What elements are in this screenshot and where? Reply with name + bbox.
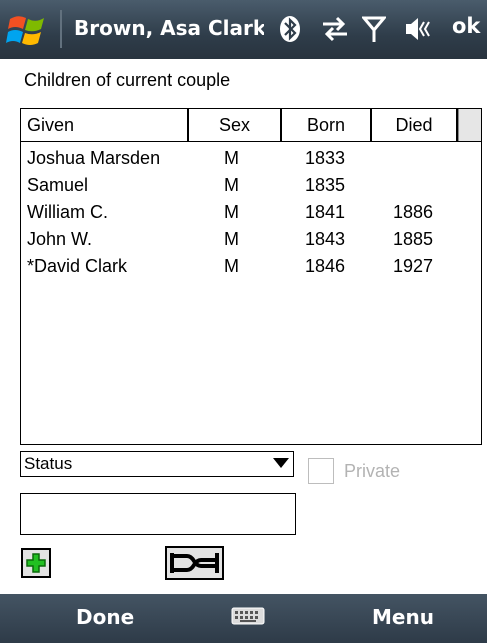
windows-start-icon[interactable] xyxy=(6,9,52,51)
ok-button[interactable]: ok xyxy=(452,14,480,38)
list-header: Given Sex Born Died xyxy=(21,109,481,142)
cell-sex: M xyxy=(224,175,239,195)
cell-born: 1841 xyxy=(305,202,346,222)
cell-sex: M xyxy=(224,256,239,276)
private-checkbox[interactable] xyxy=(308,458,334,484)
cell-died: 1885 xyxy=(393,229,434,249)
cell-given: *David Clark xyxy=(27,256,128,276)
table-row[interactable]: John W. M 1843 1885 xyxy=(21,226,481,252)
cell-sex: M xyxy=(224,229,239,249)
cell-given: John W. xyxy=(27,229,93,249)
sync-icon[interactable] xyxy=(320,14,350,44)
status-dropdown[interactable]: Status xyxy=(20,451,294,477)
column-header-filler xyxy=(458,109,481,141)
column-header-died[interactable]: Died xyxy=(372,109,458,141)
notes-input[interactable] xyxy=(20,493,296,535)
column-header-given[interactable]: Given xyxy=(21,109,189,141)
add-child-button[interactable] xyxy=(21,548,51,578)
cell-sex: M xyxy=(224,202,239,222)
column-header-sex[interactable]: Sex xyxy=(189,109,282,141)
cell-born: 1846 xyxy=(305,256,346,276)
cell-born: 1833 xyxy=(305,148,346,168)
table-row[interactable]: William C. M 1841 1886 xyxy=(21,199,481,225)
cell-died: 1927 xyxy=(393,256,434,276)
signal-icon[interactable] xyxy=(362,14,386,44)
bluetooth-icon[interactable] xyxy=(278,14,302,44)
children-list[interactable]: Given Sex Born Died Joshua Marsden M 183… xyxy=(20,108,482,445)
table-row[interactable]: Joshua Marsden M 1833 xyxy=(21,145,481,171)
menu-softkey[interactable]: Menu xyxy=(372,605,434,629)
status-selected-value: Status xyxy=(24,454,73,473)
window-title: Brown, Asa Clark & xyxy=(74,16,264,40)
title-bar: Brown, Asa Clark & ok xyxy=(0,0,487,59)
table-row[interactable]: *David Clark M 1846 1927 xyxy=(21,253,481,279)
cell-born: 1843 xyxy=(305,229,346,249)
keyboard-icon[interactable] xyxy=(231,607,265,625)
link-child-button[interactable] xyxy=(165,546,224,580)
cell-born: 1835 xyxy=(305,175,346,195)
cell-given: William C. xyxy=(27,202,108,222)
title-divider xyxy=(60,10,62,48)
column-header-born[interactable]: Born xyxy=(282,109,372,141)
cell-given: Samuel xyxy=(27,175,89,195)
dropdown-arrow-icon xyxy=(273,458,289,468)
section-label: Children of current couple xyxy=(24,70,231,90)
volume-icon[interactable] xyxy=(404,14,434,44)
done-softkey[interactable]: Done xyxy=(76,605,134,629)
link-icon xyxy=(170,553,219,573)
private-label: Private xyxy=(344,461,401,481)
cell-given: Joshua Marsden xyxy=(27,148,161,168)
plus-icon xyxy=(26,553,46,573)
cell-sex: M xyxy=(224,148,239,168)
softkey-bar: Done Menu xyxy=(0,594,487,643)
table-row[interactable]: Samuel M 1835 xyxy=(21,172,481,198)
cell-died: 1886 xyxy=(393,202,434,222)
